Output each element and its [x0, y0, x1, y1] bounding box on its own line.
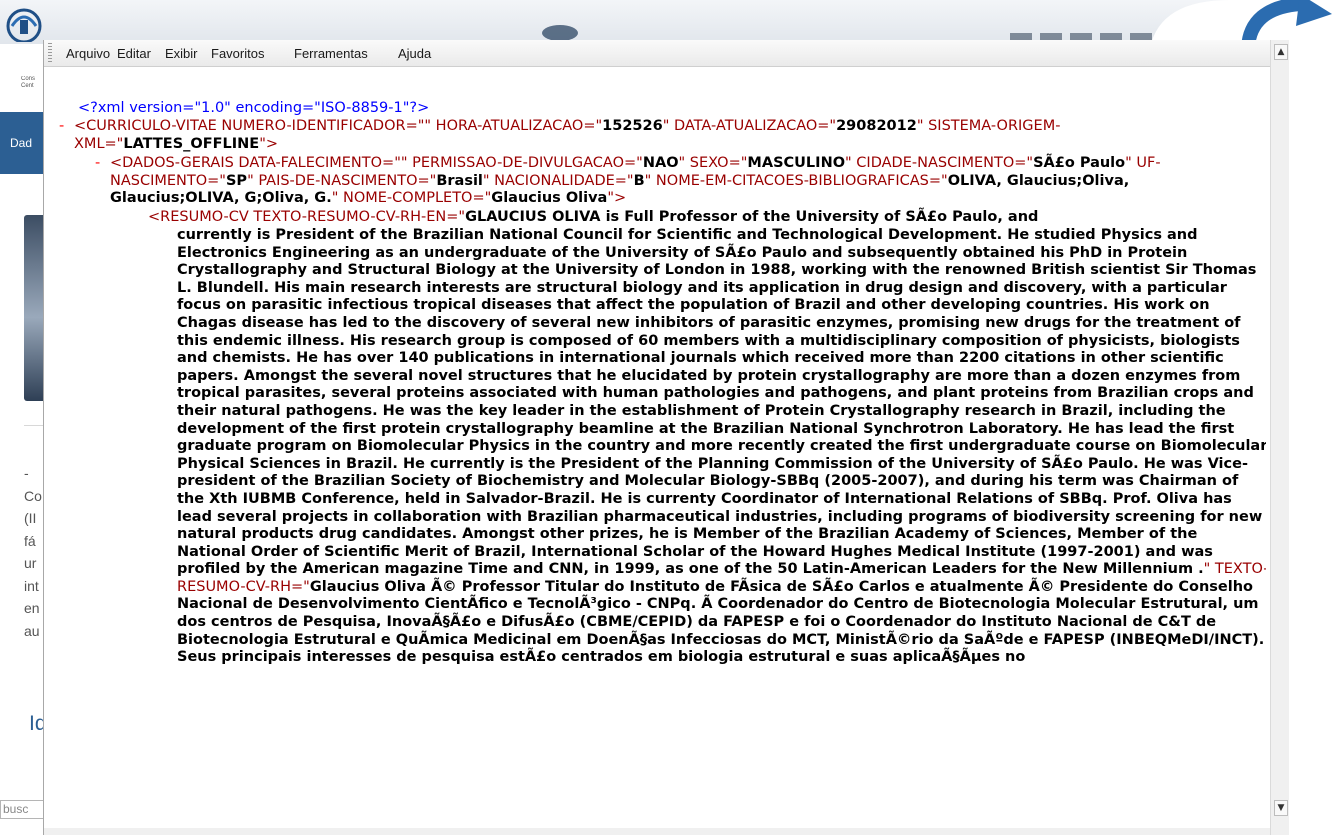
background-side-text-line: en	[24, 600, 40, 616]
background-side-text-line: (II	[24, 510, 37, 526]
dados-open-tag: <DADOS-GERAIS DATA-FALECIMENTO="" PERMIS…	[110, 155, 643, 171]
background-search-input[interactable]: busc	[0, 800, 44, 819]
menu-favoritos[interactable]: Favoritos	[211, 46, 264, 61]
menu-arquivo[interactable]: Arquivo	[66, 46, 110, 61]
sexo-value: MASCULINO	[747, 155, 846, 171]
scroll-down-icon[interactable]: ▼	[1274, 800, 1288, 816]
cnpq-logo-icon	[6, 8, 42, 42]
background-side-text-line: au	[24, 622, 40, 639]
background-side-text-line: int	[24, 577, 39, 594]
background-side-text: - Co (II fá ur int en au	[24, 462, 46, 642]
background-divider	[24, 425, 46, 426]
dados-attr: " NACIONALIDADE="	[482, 172, 634, 189]
resumo-en-text: currently is President of the Brazilian …	[177, 227, 1266, 578]
resumo-open-tag: <RESUMO-CV TEXTO-RESUMO-CV-RH-EN="	[148, 209, 466, 225]
cv-data-value: 29082012	[836, 118, 917, 134]
cv-sistema-value: LATTES_OFFLINE	[123, 135, 260, 152]
menu-editar[interactable]: Editar	[117, 46, 151, 61]
dados-attr: " NOME-COMPLETO="	[331, 190, 492, 207]
menu-ajuda[interactable]: Ajuda	[398, 46, 431, 61]
cv-close: ">	[259, 135, 279, 152]
cv-hora-value: 152526	[602, 118, 663, 134]
background-side-text-line: Co	[24, 487, 42, 504]
background-side-text-line: -	[24, 465, 29, 481]
resumo-cv-tag: <RESUMO-CV TEXTO-RESUMO-CV-RH-EN="GLAUCI…	[148, 209, 1258, 227]
background-side-text-line: ur	[24, 555, 37, 571]
menu-bar: Arquivo Editar Exibir Favoritos Ferramentas A…	[44, 40, 1270, 67]
nacionalidade-value: B	[633, 172, 645, 189]
background-side-text-line: fá	[24, 532, 36, 549]
curriculo-vitae-tag: <CURRICULO-VITAE NUMERO-IDENTIFICADOR=""…	[74, 118, 1254, 153]
xml-viewer-window: Arquivo Editar Exibir Favoritos Ferramentas A…	[44, 40, 1337, 835]
uf-value: SP	[225, 172, 248, 189]
collapse-toggle-curriculo[interactable]: -	[59, 118, 64, 136]
dados-attr: " SEXO="	[678, 155, 748, 171]
dados-attr: " NOME-EM-CITACOES-BIBLIOGRAFICAS="	[644, 172, 948, 189]
background-thumbnail	[24, 215, 46, 401]
xml-declaration: <?xml version="1.0" encoding="ISO-8859-1…	[78, 100, 430, 116]
menu-exibir[interactable]: Exibir	[165, 46, 198, 61]
vertical-scrollbar[interactable]: ▲ ▼	[1270, 40, 1289, 835]
resumo-en-first-line: GLAUCIUS OLIVA is Full Professor of the …	[465, 209, 1039, 225]
collapse-toggle-dados-gerais[interactable]: -	[95, 155, 100, 173]
cidade-value: SÃ£o Paulo	[1033, 155, 1126, 171]
pais-value: Brasil	[436, 172, 483, 189]
logo-subtitle: Cons Cent	[21, 76, 36, 89]
dados-attr: " PAIS-DE-NASCIMENTO="	[247, 172, 437, 189]
cv-attr: " DATA-ATUALIZACAO="	[662, 118, 837, 134]
dados-gerais-tag: <DADOS-GERAIS DATA-FALECIMENTO="" PERMIS…	[110, 155, 1250, 208]
horizontal-scrollbar[interactable]	[44, 828, 1270, 835]
menu-ferramentas[interactable]: Ferramentas	[294, 46, 368, 61]
toolbar-grip[interactable]	[48, 43, 52, 63]
scroll-up-icon[interactable]: ▲	[1274, 44, 1288, 60]
resumo-pt-text: Glaucius Oliva Ã© Professor Titular do I…	[177, 578, 1265, 666]
background-tab-dados[interactable]: Dad	[0, 112, 44, 174]
dados-attr: " CIDADE-NASCIMENTO="	[845, 155, 1034, 171]
xml-content: <?xml version="1.0" encoding="ISO-8859-1…	[44, 66, 1266, 835]
dados-close: ">	[607, 190, 627, 207]
cv-open-tag: <CURRICULO-VITAE NUMERO-IDENTIFICADOR=""…	[74, 118, 603, 134]
nome-completo-value: Glaucius Oliva	[491, 190, 608, 207]
permissao-value: NAO	[642, 155, 679, 171]
resumo-text-block: currently is President of the Brazilian …	[177, 227, 1266, 667]
